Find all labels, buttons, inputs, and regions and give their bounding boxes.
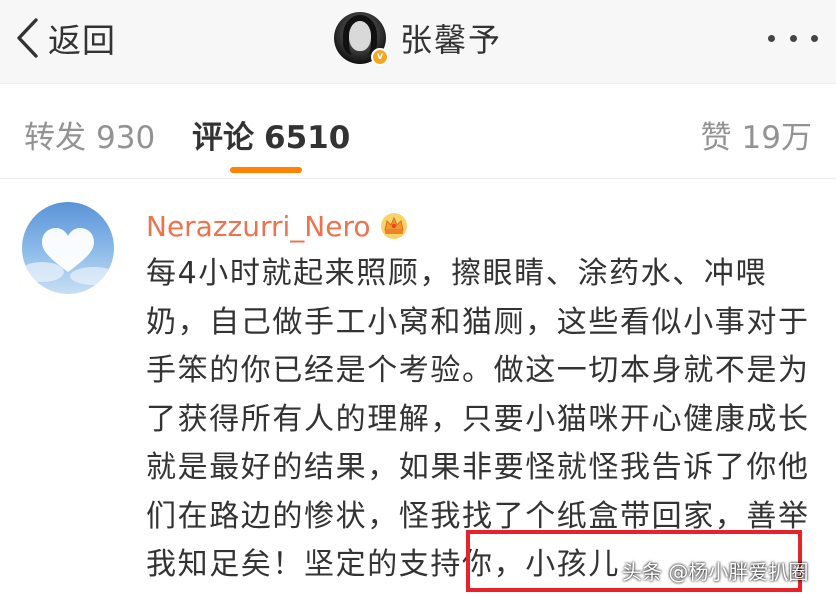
back-button[interactable]: 返回 xyxy=(14,14,116,62)
tab-comment[interactable]: 评论 6510 xyxy=(192,112,350,157)
commenter-name-row: Nerazzurri_Nero xyxy=(146,206,409,246)
tab-comment-count: 6510 xyxy=(264,120,351,156)
tab-bar: 转发 930 评论 6510 赞 19万 xyxy=(0,85,836,179)
chevron-left-icon xyxy=(17,18,38,58)
tab-repost[interactable]: 转发 930 xyxy=(24,112,155,157)
commenter-avatar[interactable] xyxy=(22,202,114,294)
tab-repost-label: 转发 xyxy=(24,120,86,156)
tab-like[interactable]: 赞 19万 xyxy=(701,112,812,157)
back-label: 返回 xyxy=(48,21,116,60)
top-navigation-bar: 返回 v 张馨予 xyxy=(0,0,836,84)
tab-like-label: 赞 xyxy=(700,120,732,156)
profile-name[interactable]: 张馨予 xyxy=(400,15,502,61)
profile-avatar[interactable]: v xyxy=(334,12,389,66)
active-tab-indicator xyxy=(230,167,302,173)
profile-header[interactable]: v 张馨予 xyxy=(334,10,502,66)
tab-comment-label: 评论 xyxy=(192,120,254,156)
tab-repost-count: 930 xyxy=(96,120,156,156)
commenter-username[interactable]: Nerazzurri_Nero xyxy=(146,210,371,243)
watermark-text: 头条 @杨小胖爱扒圈 xyxy=(622,560,809,584)
tab-like-count: 19万 xyxy=(741,120,812,156)
crown-icon xyxy=(380,213,407,239)
more-dots-icon[interactable] xyxy=(768,22,818,54)
verified-badge-icon: v xyxy=(371,48,389,66)
heart-cloud-icon xyxy=(22,228,114,285)
